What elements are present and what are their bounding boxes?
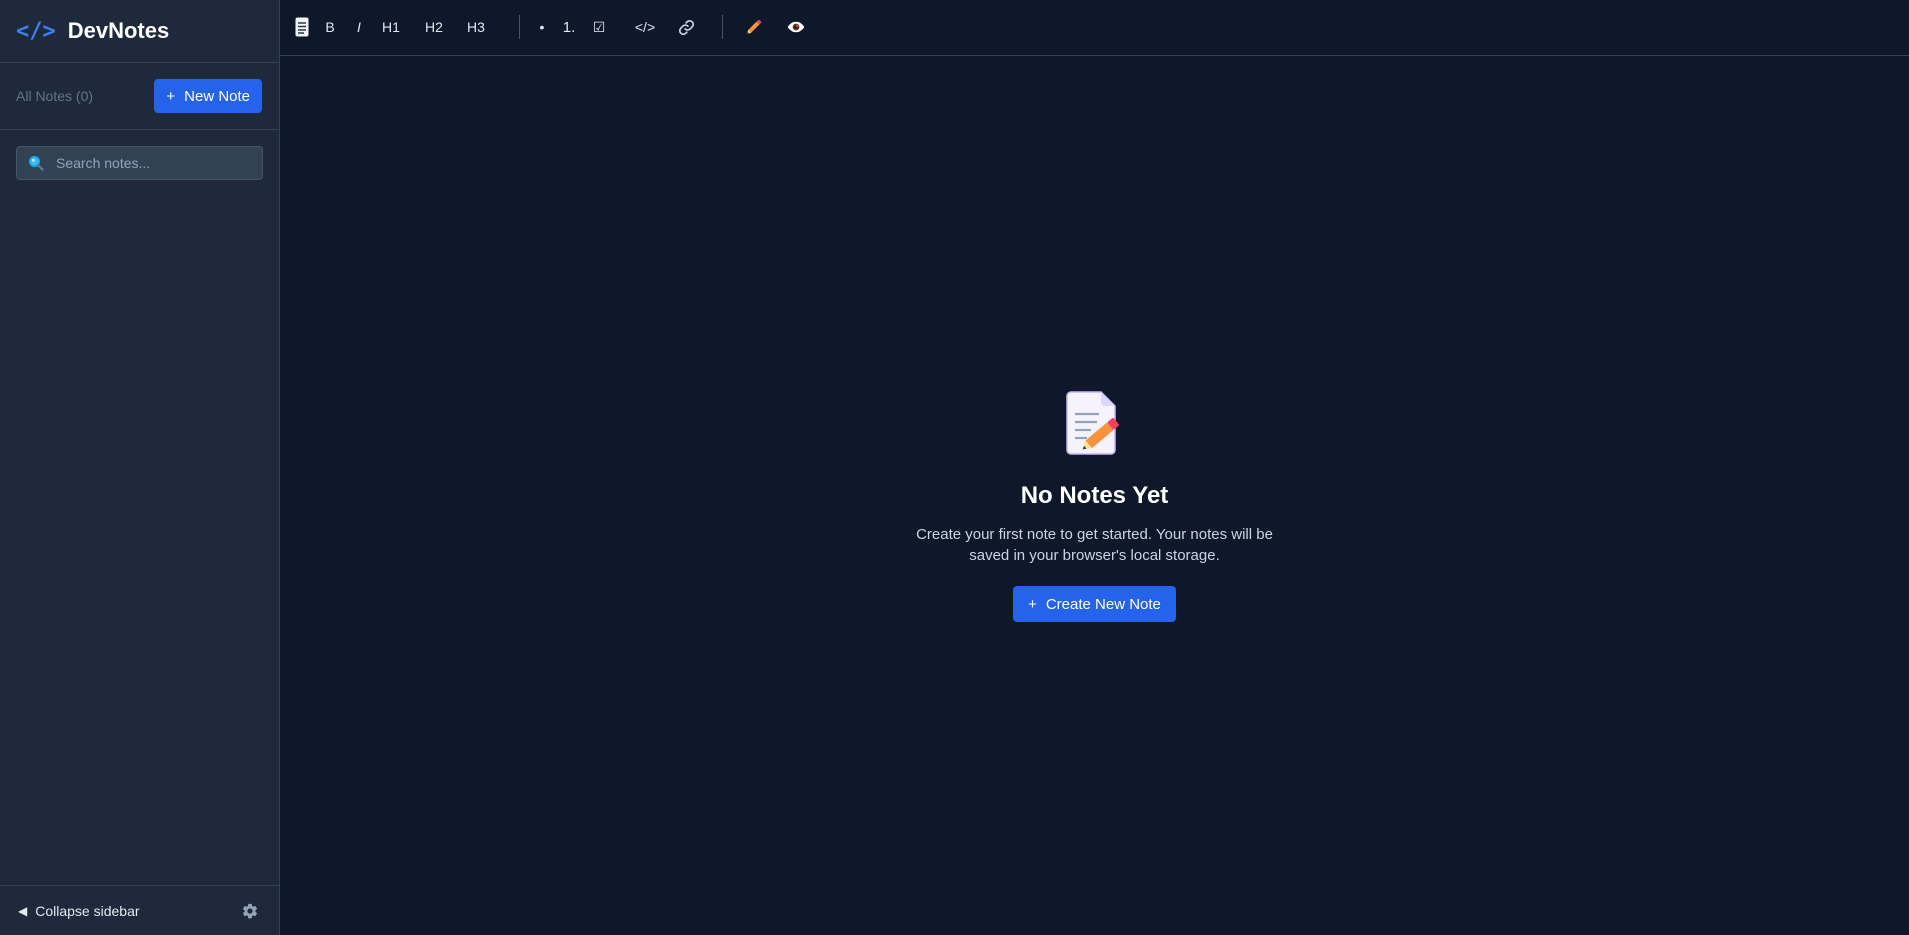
heading2-button[interactable]: H2: [423, 14, 445, 40]
editor-toolbar: B I H1 H2 H3 • 1. ☑ </>: [280, 0, 1909, 56]
code-button[interactable]: </>: [633, 14, 657, 40]
link-icon[interactable]: [676, 14, 696, 40]
create-new-note-button[interactable]: + Create New Note: [1013, 586, 1176, 622]
app-root: </> DevNotes All Notes (0) + New Note Se…: [0, 0, 1909, 935]
heading1-button[interactable]: H1: [380, 14, 402, 40]
toolbar-divider: [722, 15, 723, 39]
empty-state: No Notes Yet Create your first note to g…: [280, 56, 1909, 935]
sidebar-footer: ◀ Collapse sidebar: [0, 885, 279, 935]
collapse-sidebar-button[interactable]: ◀ Collapse sidebar: [18, 903, 140, 919]
pencil-icon[interactable]: [744, 14, 764, 40]
brand-header: </> DevNotes: [0, 0, 279, 63]
empty-state-content: No Notes Yet Create your first note to g…: [280, 390, 1909, 622]
search-icon: [28, 155, 44, 171]
create-new-note-label: Create New Note: [1045, 595, 1161, 613]
search-box[interactable]: [16, 146, 263, 180]
new-note-label: New Note: [184, 87, 250, 105]
numbered-list-button[interactable]: 1.: [561, 14, 577, 40]
collapse-sidebar-label: Collapse sidebar: [35, 902, 140, 919]
triangle-left-icon: ◀: [18, 903, 28, 918]
memo-icon: [1063, 390, 1127, 456]
italic-button[interactable]: I: [352, 14, 366, 40]
bullet-list-button[interactable]: •: [537, 14, 547, 40]
search-input[interactable]: [54, 154, 254, 172]
notes-header: All Notes (0) + New Note: [0, 63, 279, 130]
gear-icon[interactable]: [241, 902, 259, 920]
empty-state-title: No Notes Yet: [1020, 482, 1169, 509]
plus-icon: +: [1028, 595, 1037, 613]
main-area: B I H1 H2 H3 • 1. ☑ </> No Notes Yet Cre…: [280, 0, 1909, 935]
checklist-button[interactable]: ☑: [591, 14, 607, 40]
sidebar: </> DevNotes All Notes (0) + New Note Se…: [0, 0, 280, 935]
app-title: DevNotes: [67, 18, 170, 43]
bold-button[interactable]: B: [321, 14, 339, 40]
eye-icon[interactable]: [786, 14, 806, 40]
notes-count-label: All Notes (0): [16, 88, 94, 104]
empty-state-description: Create your first note to get started. Y…: [916, 526, 1273, 564]
notes-list: [0, 180, 279, 885]
heading3-button[interactable]: H3: [465, 14, 487, 40]
code-logo-icon: </>: [16, 18, 56, 44]
new-note-button[interactable]: + New Note: [154, 79, 262, 113]
plus-icon: +: [166, 87, 176, 105]
search-container: [0, 130, 279, 180]
toolbar-divider: [519, 15, 520, 39]
document-icon[interactable]: [294, 14, 310, 40]
